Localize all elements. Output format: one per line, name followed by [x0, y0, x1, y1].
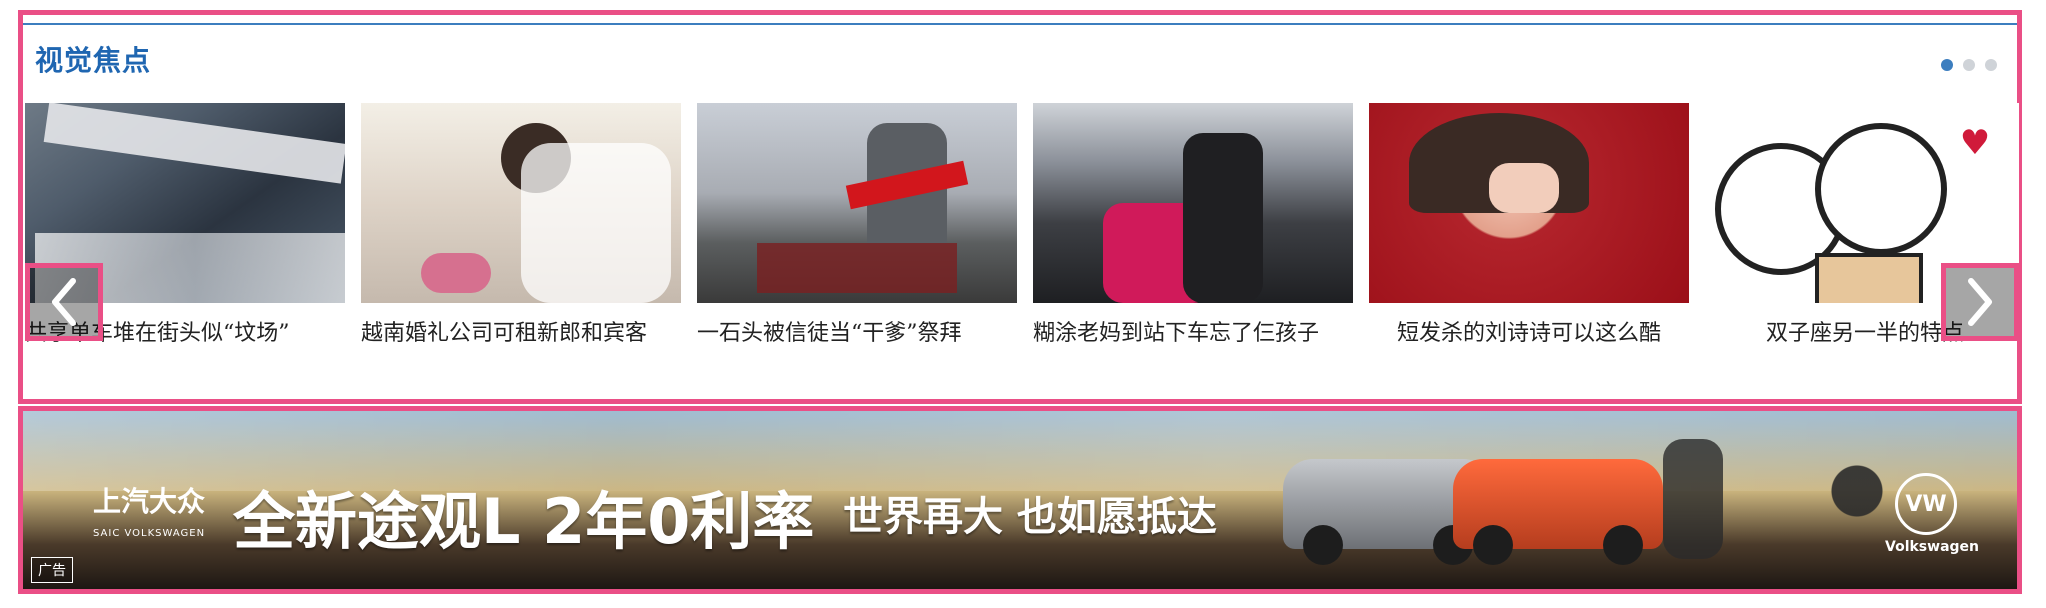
wheel-shape — [1303, 525, 1343, 565]
heart-icon: ♥ — [1959, 123, 1991, 163]
carousel-card[interactable]: 一石头被信徒当“干爹”祭拜 — [697, 103, 1017, 347]
brand-name-en: SAIC VOLKSWAGEN — [93, 528, 206, 539]
module-top-line — [23, 23, 2017, 25]
carousel-card[interactable]: 短发杀的刘诗诗可以这么酷 — [1369, 103, 1689, 347]
carousel-pagination — [1941, 59, 1997, 71]
car-image — [1453, 459, 1663, 565]
wheel-shape — [1473, 525, 1513, 565]
vw-logo-text: Volkswagen — [1885, 539, 1979, 555]
card-caption[interactable]: 越南婚礼公司可租新郎和宾客 — [361, 315, 681, 347]
thumbnail-image[interactable] — [697, 103, 1017, 303]
brand-logo: 上汽大众 SAIC VOLKSWAGEN — [93, 488, 205, 548]
image-carousel: 共享单车堆在街头似“坟场” 越南婚礼公司可租新郎和宾客 一石头被信徒当“干爹”祭… — [25, 103, 2019, 353]
ad-slogan: 世界再大 也如愿抵达 — [843, 494, 1217, 540]
people-image — [1663, 439, 1723, 559]
card-caption[interactable]: 糊涂老妈到站下车忘了仨孩子 — [1033, 315, 1353, 347]
chevron-right-icon — [1968, 278, 1992, 326]
visual-focus-module: 视觉焦点 共享单车堆在街头似“坟场” 越南婚礼公司可租新郎和宾客 一石头被信徒当… — [18, 10, 2022, 404]
image-figure — [1183, 133, 1263, 303]
card-caption[interactable]: 短发杀的刘诗诗可以这么酷 — [1369, 315, 1689, 347]
carousel-card[interactable]: 糊涂老妈到站下车忘了仨孩子 — [1033, 103, 1353, 347]
ad-banner[interactable]: 上汽大众 SAIC VOLKSWAGEN 全新途观L 2年0利率 世界再大 也如… — [18, 406, 2022, 594]
vw-logo-icon: VW — [1895, 473, 1957, 535]
wheel-shape — [1603, 525, 1643, 565]
image-figure — [1815, 253, 1923, 303]
ad-label: 广告 — [31, 557, 73, 583]
thumbnail-image[interactable] — [1369, 103, 1689, 303]
carousel-next-button[interactable] — [1941, 263, 2019, 341]
image-figure — [757, 243, 957, 293]
brand-name-cn: 上汽大众 — [93, 485, 206, 518]
ad-headline: 全新途观L 2年0利率 — [233, 485, 815, 558]
image-figure — [1815, 123, 1947, 255]
chevron-left-icon — [52, 278, 76, 326]
pagination-dot[interactable] — [1985, 59, 1997, 71]
image-figure — [521, 143, 671, 303]
thumbnail-image[interactable] — [1033, 103, 1353, 303]
image-figure — [1489, 163, 1559, 213]
carousel-card[interactable]: 越南婚礼公司可租新郎和宾客 — [361, 103, 681, 347]
image-figure — [421, 253, 491, 293]
card-caption[interactable]: 一石头被信徒当“干爹”祭拜 — [697, 315, 1017, 347]
thumbnail-image[interactable] — [361, 103, 681, 303]
module-title: 视觉焦点 — [35, 44, 152, 77]
carousel-prev-button[interactable] — [25, 263, 103, 341]
pagination-dot[interactable] — [1963, 59, 1975, 71]
pagination-dot[interactable] — [1941, 59, 1953, 71]
